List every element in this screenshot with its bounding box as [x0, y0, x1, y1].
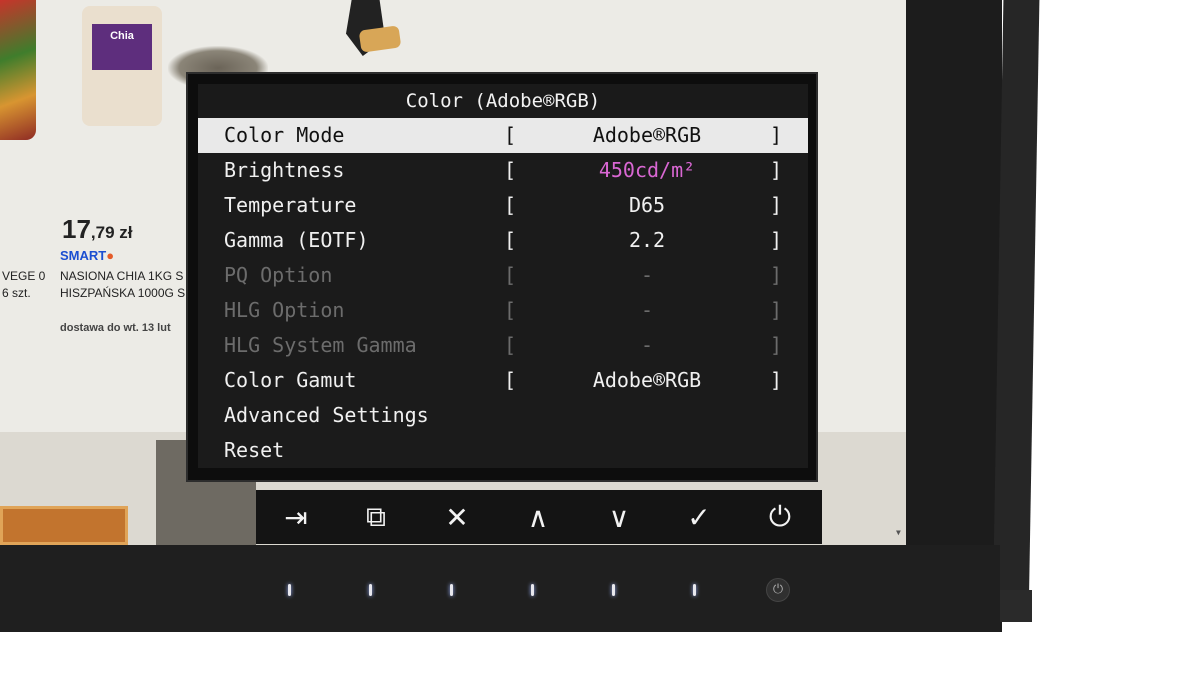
menu-row-value: 2.2 [628, 228, 666, 252]
bracket-close: ] [770, 368, 783, 392]
menu-row-value: - [640, 263, 654, 287]
bracket-close: ] [770, 298, 783, 322]
bracket-close: ] [770, 228, 783, 252]
monitor-bezel-bottom [0, 545, 1000, 632]
check-icon[interactable]: ✓ [671, 490, 727, 544]
product-box-image [0, 506, 128, 545]
input-select-icon[interactable]: ⇥ [268, 490, 324, 544]
menu-row-label: Temperature [224, 193, 357, 217]
menu-row-label: Color Mode [224, 123, 345, 147]
bracket-close: ] [770, 263, 783, 287]
touch-key-1[interactable] [288, 584, 291, 596]
power-icon[interactable]: ⏻ [752, 490, 808, 544]
chia-package: Chia [82, 6, 162, 126]
smart-badge: SMART● [60, 248, 114, 263]
bracket-close: ] [770, 123, 783, 147]
menu-row-value: - [640, 298, 654, 322]
price-main: 17 [62, 214, 91, 244]
touch-key-2[interactable] [369, 584, 372, 596]
touch-key-6[interactable] [693, 584, 696, 596]
osd-settings-list: Color Mode [ Adobe®RGB ] Brightness [ 45… [198, 118, 808, 468]
price-fraction: ,79 zł [90, 223, 133, 242]
menu-row-pq-option: PQ Option [ - ] [198, 258, 808, 293]
bracket-open: [ [504, 158, 517, 182]
menu-row-color-gamut[interactable]: Color Gamut [ Adobe®RGB ] [198, 363, 808, 398]
bracket-close: ] [770, 333, 783, 357]
monitor-shadow [1000, 590, 1032, 622]
menu-row-value: 450cd/m² [598, 158, 696, 182]
bracket-open: [ [504, 298, 517, 322]
delivery-info: dostawa do wt. 13 lut [60, 322, 171, 334]
window-icon[interactable]: ⧉ [348, 490, 404, 544]
menu-row-hlg-option: HLG Option [ - ] [198, 293, 808, 328]
lamp-ring [358, 25, 402, 53]
close-icon[interactable]: ✕ [429, 490, 485, 544]
menu-row-value: Adobe®RGB [592, 123, 702, 147]
menu-row-label: HLG Option [224, 298, 345, 322]
menu-row-value: - [640, 333, 654, 357]
bracket-open: [ [504, 333, 517, 357]
menu-row-color-mode[interactable]: Color Mode [ Adobe®RGB ] [198, 118, 808, 153]
menu-row-label: Advanced Settings [224, 403, 429, 427]
menu-row-reset[interactable]: Reset [198, 433, 808, 468]
menu-row-gamma[interactable]: Gamma (EOTF) [ 2.2 ] [198, 223, 808, 258]
menu-row-label: Reset [224, 438, 285, 462]
osd-title: Color (Adobe®RGB) [198, 84, 808, 118]
product-package-left [0, 0, 36, 140]
bracket-open: [ [504, 263, 517, 287]
bracket-close: ] [770, 193, 783, 217]
power-button-icon[interactable]: ⏻ [766, 578, 790, 602]
menu-row-temperature[interactable]: Temperature [ D65 ] [198, 188, 808, 223]
product-price: 17,79 zł [62, 214, 133, 245]
smart-brand: SMART [60, 248, 107, 263]
menu-row-value: Adobe®RGB [592, 368, 702, 392]
bracket-open: [ [504, 368, 517, 392]
osd-button-guide: ⇥ ⧉ ✕ ∧ ∨ ✓ ⏻ [256, 490, 822, 544]
menu-row-brightness[interactable]: Brightness [ 450cd/m² ] [198, 153, 808, 188]
menu-row-label: Gamma (EOTF) [224, 228, 369, 252]
touch-key-5[interactable] [612, 584, 615, 596]
menu-row-advanced-settings[interactable]: Advanced Settings [198, 398, 808, 433]
bracket-open: [ [504, 228, 517, 252]
down-icon[interactable]: ∨ [591, 490, 647, 544]
bracket-open: [ [504, 193, 517, 217]
chia-package-label: Chia [92, 24, 152, 70]
menu-row-label: PQ Option [224, 263, 333, 287]
menu-row-label: HLG System Gamma [224, 333, 417, 357]
smart-pin-icon: ● [106, 248, 115, 263]
menu-row-value: D65 [628, 193, 666, 217]
bracket-open: [ [504, 123, 517, 147]
menu-row-label: Color Gamut [224, 368, 357, 392]
osd-menu: Color (Adobe®RGB) Color Mode [ Adobe®RGB… [186, 72, 818, 482]
touch-key-4[interactable] [531, 584, 534, 596]
monitor-bezel-right [906, 0, 1002, 632]
bracket-close: ] [770, 158, 783, 182]
touch-key-3[interactable] [450, 584, 453, 596]
up-icon[interactable]: ∧ [510, 490, 566, 544]
menu-row-hlg-system-gamma: HLG System Gamma [ - ] [198, 328, 808, 363]
scroll-down-arrow-icon[interactable]: ▼ [896, 528, 901, 537]
neighbor-product-text: VEGE 0 6 szt. [2, 269, 46, 300]
menu-row-label: Brightness [224, 158, 345, 182]
product-title[interactable]: NASIONA CHIA 1KG S HISZPAŃSKA 1000G S [60, 268, 185, 302]
